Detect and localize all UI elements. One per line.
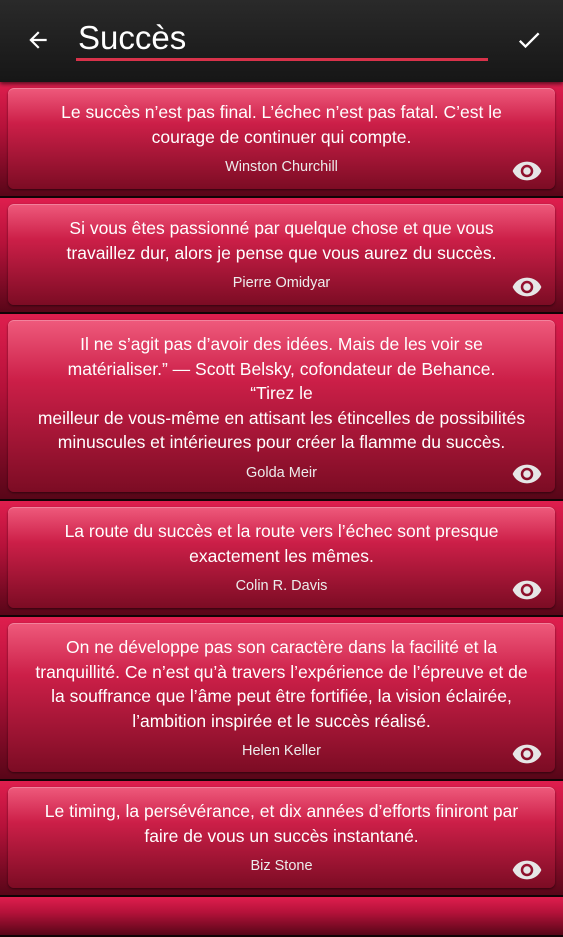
confirm-button[interactable] <box>509 20 549 60</box>
quote-author: Biz Stone <box>250 858 313 874</box>
view-button[interactable] <box>511 858 543 882</box>
quote-row: Le succès n’est pas final. L’échec n’est… <box>0 82 563 198</box>
quote-author: Colin R. Davis <box>235 578 328 594</box>
eye-icon <box>512 744 542 764</box>
eye-icon <box>512 464 542 484</box>
quote-author: Winston Churchill <box>225 159 338 175</box>
check-icon <box>518 32 540 49</box>
back-button[interactable] <box>18 20 58 60</box>
quote-row: Il ne s’agit pas d’avoir des idées. Mais… <box>0 314 563 501</box>
quote-author: Golda Meir <box>246 464 317 481</box>
search-input[interactable] <box>76 18 488 61</box>
view-button[interactable] <box>511 462 543 486</box>
quote-row: La route du succès et la route vers l’éc… <box>0 501 563 617</box>
quote-text: Le succès n’est pas final. L’échec n’est… <box>61 102 502 147</box>
quote-author: Pierre Omidyar <box>232 275 331 291</box>
eye-icon <box>512 580 542 600</box>
quote-card[interactable]: Le timing, la persévérance, et dix année… <box>8 787 555 888</box>
quote-row: Si vous êtes passionné par quelque chose… <box>0 198 563 314</box>
quote-text: Il ne s’agit pas d’avoir des idées. Mais… <box>37 334 526 452</box>
quote-author: Helen Keller <box>242 743 321 759</box>
quote-row: On ne développe pas son caractère dans l… <box>0 617 563 781</box>
quote-text: La route du succès et la route vers l’éc… <box>64 521 499 566</box>
eye-icon <box>512 277 542 297</box>
quote-card[interactable]: Si vous êtes passionné par quelque chose… <box>8 204 555 305</box>
quote-text: On ne développe pas son caractère dans l… <box>35 637 528 731</box>
quote-text: Si vous êtes passionné par quelque chose… <box>66 218 497 263</box>
view-button[interactable] <box>511 275 543 299</box>
view-button[interactable] <box>511 159 543 183</box>
eye-icon <box>512 161 542 181</box>
app-bar <box>0 0 563 82</box>
view-button[interactable] <box>511 742 543 766</box>
quote-row-partial <box>0 897 563 937</box>
quote-list: Le succès n’est pas final. L’échec n’est… <box>0 82 563 937</box>
arrow-back-icon <box>29 31 47 49</box>
quote-card[interactable]: Le succès n’est pas final. L’échec n’est… <box>8 88 555 189</box>
eye-icon <box>512 860 542 880</box>
quote-card[interactable]: La route du succès et la route vers l’éc… <box>8 507 555 608</box>
search-field <box>76 18 488 62</box>
quote-row: Le timing, la persévérance, et dix année… <box>0 781 563 897</box>
quote-text: Le timing, la persévérance, et dix année… <box>44 801 519 846</box>
view-button[interactable] <box>511 578 543 602</box>
quote-card[interactable]: Il ne s’agit pas d’avoir des idées. Mais… <box>8 320 555 492</box>
quote-card[interactable]: On ne développe pas son caractère dans l… <box>8 623 555 772</box>
